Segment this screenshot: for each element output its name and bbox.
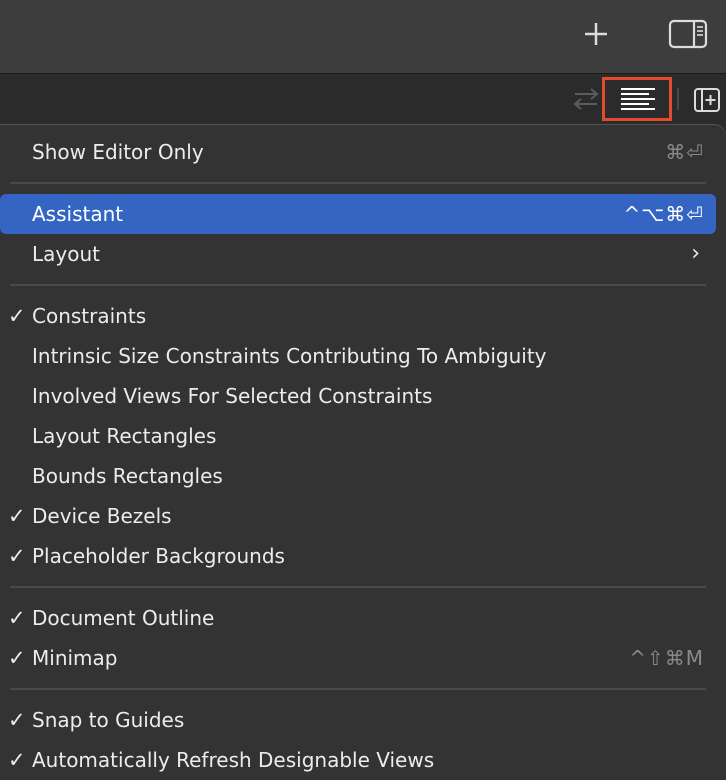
checkmark-icon: ✓ — [8, 606, 26, 630]
menu-item-device-bezels[interactable]: ✓ Device Bezels — [0, 496, 716, 536]
checkmark-icon: ✓ — [8, 748, 26, 772]
swap-arrows-icon[interactable] — [570, 86, 602, 112]
window-toolbar — [0, 0, 726, 74]
checkmark-icon: ✓ — [8, 646, 26, 670]
menu-item-assistant[interactable]: Assistant ^⌥⌘⏎ — [0, 194, 716, 234]
menu-item-show-editor-only[interactable]: Show Editor Only ⌘⏎ — [0, 132, 716, 172]
inspector-toggle-button[interactable] — [668, 18, 708, 50]
menu-item-constraints[interactable]: ✓ Constraints — [0, 296, 716, 336]
menu-item-label: Automatically Refresh Designable Views — [32, 748, 435, 772]
checkmark-icon: ✓ — [8, 304, 26, 328]
menu-item-shortcut: ^⇧⌘M — [629, 646, 704, 670]
editor-options-menu: Show Editor Only ⌘⏎ Assistant ^⌥⌘⏎ Layou… — [0, 124, 726, 780]
menu-item-involved-views[interactable]: Involved Views For Selected Constraints — [0, 376, 716, 416]
xcode-window: Show Editor Only ⌘⏎ Assistant ^⌥⌘⏎ Layou… — [0, 0, 726, 780]
menu-divider — [10, 688, 706, 690]
menu-item-document-outline[interactable]: ✓ Document Outline — [0, 598, 716, 638]
menu-item-snap-to-guides[interactable]: ✓ Snap to Guides — [0, 700, 716, 740]
editor-jump-bar — [0, 74, 726, 124]
menu-divider — [10, 586, 706, 588]
menu-item-label: Intrinsic Size Constraints Contributing … — [32, 344, 547, 368]
menu-item-label: Bounds Rectangles — [32, 464, 223, 488]
menu-item-minimap[interactable]: ✓ Minimap ^⇧⌘M — [0, 638, 716, 678]
menu-item-layout-rectangles[interactable]: Layout Rectangles — [0, 416, 716, 456]
add-editor-icon — [694, 88, 720, 112]
plus-icon — [585, 23, 607, 45]
add-button[interactable] — [580, 18, 612, 50]
menu-item-label: Document Outline — [32, 606, 215, 630]
menu-item-shortcut: ⌘⏎ — [665, 140, 704, 164]
menu-item-label: Involved Views For Selected Constraints — [32, 384, 433, 408]
menu-item-label: Device Bezels — [32, 504, 172, 528]
menu-item-label: Layout — [32, 242, 100, 266]
chevron-right-icon: › — [691, 241, 700, 266]
menu-item-shortcut: ^⌥⌘⏎ — [623, 202, 704, 226]
menu-item-placeholder-backgrounds[interactable]: ✓ Placeholder Backgrounds — [0, 536, 716, 576]
checkmark-icon: ✓ — [8, 504, 26, 528]
menu-divider — [10, 284, 706, 286]
menu-item-label: Snap to Guides — [32, 708, 185, 732]
menu-item-bounds-rectangles[interactable]: Bounds Rectangles — [0, 456, 716, 496]
menu-item-label: Assistant — [32, 202, 124, 226]
menu-item-label: Constraints — [32, 304, 147, 328]
menu-item-label: Placeholder Backgrounds — [32, 544, 285, 568]
checkmark-icon: ✓ — [8, 708, 26, 732]
menu-item-layout[interactable]: Layout › — [0, 234, 716, 274]
menu-item-label: Layout Rectangles — [32, 424, 217, 448]
toolbar-separator — [677, 88, 679, 110]
menu-item-label: Minimap — [32, 646, 118, 670]
inspector-toggle-icon — [668, 19, 708, 49]
editor-options-button[interactable] — [602, 77, 672, 121]
menu-item-intrinsic-size-constraints[interactable]: Intrinsic Size Constraints Contributing … — [0, 336, 716, 376]
checkmark-icon: ✓ — [8, 544, 26, 568]
menu-divider — [10, 182, 706, 184]
add-editor-button[interactable] — [692, 87, 722, 113]
menu-item-refresh-designable-views[interactable]: ✓ Automatically Refresh Designable Views — [0, 740, 716, 780]
menu-item-label: Show Editor Only — [32, 140, 204, 164]
editor-options-icon — [621, 88, 655, 110]
